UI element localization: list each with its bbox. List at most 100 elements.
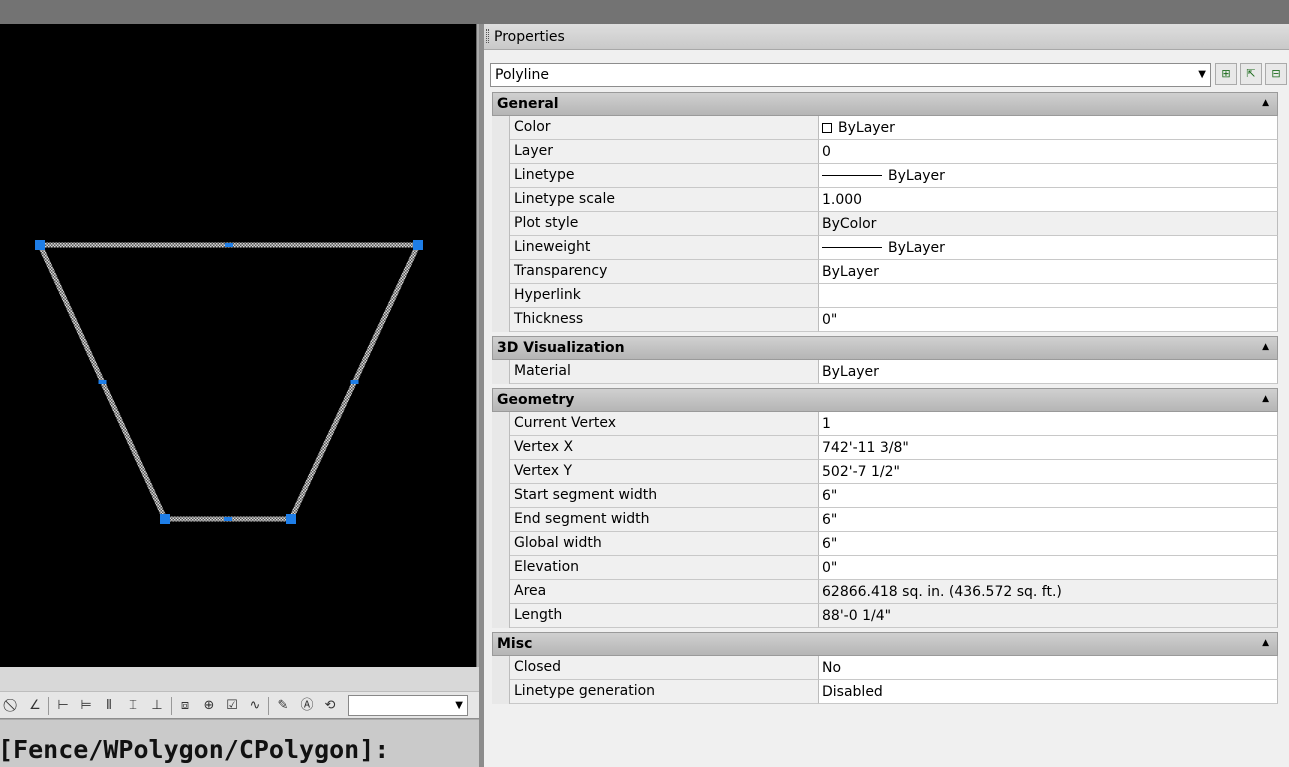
vertex-grip[interactable] [35,240,45,250]
vertex-grip[interactable] [413,240,423,250]
property-row-color[interactable]: Color ByLayer [492,116,1278,140]
property-row-length[interactable]: Length 88'-0 1/4" [492,604,1278,628]
command-prompt-text: [Fence/WPolygon/CPolygon]: [0,735,390,764]
property-row-vertex-x[interactable]: Vertex X 742'-11 3/8" [492,436,1278,460]
property-row-closed[interactable]: Closed No [492,656,1278,680]
property-value[interactable]: ByLayer [819,260,1278,284]
property-value-text: ByColor [822,216,877,232]
section-header-3d-visualization[interactable]: 3D Visualization ▲ [492,336,1278,360]
property-row-hyperlink[interactable]: Hyperlink [492,284,1278,308]
property-value[interactable]: 0" [819,308,1278,332]
property-value-text: ByLayer [822,364,879,380]
property-value[interactable]: ByLayer [819,164,1278,188]
row-gutter [492,284,510,308]
dim-continue-icon[interactable]: ⌶ [124,697,142,715]
polyline-outline[interactable] [36,242,422,522]
dim-linear-icon[interactable]: ⊢ [54,697,72,715]
dim-break-icon[interactable]: ⧈ [176,697,194,715]
dim-style-combo[interactable]: ▼ [348,695,468,716]
property-value[interactable]: ByLayer [819,236,1278,260]
property-value-text: 1 [822,416,831,432]
dim-update-icon[interactable]: ⟲ [321,697,339,715]
property-name: Elevation [510,556,819,580]
property-value-text: 742'-11 3/8" [822,440,909,456]
section-header-geometry[interactable]: Geometry ▲ [492,388,1278,412]
property-value[interactable]: 1.000 [819,188,1278,212]
object-type-select[interactable]: Polyline ▼ [490,63,1211,87]
dim-aligned-icon[interactable]: ⊨ [77,697,95,715]
property-value[interactable]: 6" [819,484,1278,508]
row-gutter [492,656,510,680]
property-row-material[interactable]: Material ByLayer [492,360,1278,384]
toggle-pickadd-icon[interactable]: ⊟ [1265,63,1287,85]
property-value[interactable]: ByLayer [819,116,1278,140]
vertex-grip[interactable] [160,514,170,524]
collapse-icon[interactable]: ▲ [1262,342,1269,352]
row-gutter [492,556,510,580]
property-row-lineweight[interactable]: Lineweight ByLayer [492,236,1278,260]
property-row-vertex-y[interactable]: Vertex Y 502'-7 1/2" [492,460,1278,484]
collapse-icon[interactable]: ▲ [1262,638,1269,648]
property-value[interactable]: 6" [819,532,1278,556]
dim-text-edit-icon[interactable]: Ⓐ [298,697,316,715]
vertex-grip[interactable] [286,514,296,524]
property-row-plot-style[interactable]: Plot style ByColor [492,212,1278,236]
drawing-canvas[interactable] [0,24,477,667]
property-name: Plot style [510,212,819,236]
command-line[interactable]: [Fence/WPolygon/CPolygon]: [0,720,479,767]
property-row-global-width[interactable]: Global width 6" [492,532,1278,556]
property-value[interactable] [819,284,1278,308]
property-row-start-segment-width[interactable]: Start segment width 6" [492,484,1278,508]
property-value[interactable]: Disabled [819,680,1278,704]
midpoint-grip[interactable] [350,380,359,384]
property-row-linetype[interactable]: Linetype ByLayer [492,164,1278,188]
section-header-general[interactable]: General ▲ [492,92,1278,116]
dim-baseline-icon[interactable]: ⫴ [100,697,118,715]
row-gutter [492,436,510,460]
midpoint-grip[interactable] [225,243,233,247]
select-objects-icon[interactable]: ⇱ [1240,63,1262,85]
property-row-current-vertex[interactable]: Current Vertex 1 [492,412,1278,436]
property-name: Linetype scale [510,188,819,212]
dim-edit-icon[interactable]: ✎ [274,697,292,715]
property-row-transparency[interactable]: Transparency ByLayer [492,260,1278,284]
property-row-end-segment-width[interactable]: End segment width 6" [492,508,1278,532]
dim-jog-icon[interactable]: ∿ [246,697,264,715]
property-value[interactable]: 0 [819,140,1278,164]
property-row-thickness[interactable]: Thickness 0" [492,308,1278,332]
property-row-linetype-generation[interactable]: Linetype generation Disabled [492,680,1278,704]
section-header-misc[interactable]: Misc ▲ [492,632,1278,656]
dim-center-icon[interactable]: ⊕ [200,697,218,715]
midpoint-grip[interactable] [98,380,107,384]
row-gutter [492,604,510,628]
angle-icon[interactable]: ∠ [26,697,44,715]
drawing-viewport[interactable] [0,24,477,667]
property-value[interactable]: 502'-7 1/2" [819,460,1278,484]
no-snap-icon[interactable]: ⃠ [4,697,22,715]
midpoint-grip[interactable] [224,517,232,521]
drag-grip-icon[interactable] [486,29,489,43]
property-value[interactable]: 742'-11 3/8" [819,436,1278,460]
property-value[interactable]: 6" [819,508,1278,532]
property-row-linetype-scale[interactable]: Linetype scale 1.000 [492,188,1278,212]
palette-title: Properties [494,29,565,45]
chevron-down-icon: ▼ [455,700,463,711]
quick-select-icon[interactable]: ⊞ [1215,63,1237,85]
property-value[interactable]: ByLayer [819,360,1278,384]
collapse-icon[interactable]: ▲ [1262,98,1269,108]
dim-inspect-icon[interactable]: ☑ [223,697,241,715]
dim-ordinate-icon[interactable]: ⊥ [148,697,166,715]
collapse-icon[interactable]: ▲ [1262,394,1269,404]
property-row-layer[interactable]: Layer 0 [492,140,1278,164]
selected-polyline[interactable] [35,240,423,524]
property-value[interactable]: No [819,656,1278,680]
property-value-text: ByLayer [888,240,945,256]
palette-title-bar[interactable]: Properties [484,24,1289,50]
property-value[interactable]: 0" [819,556,1278,580]
property-value[interactable]: 1 [819,412,1278,436]
property-name: Closed [510,656,819,680]
property-value: ByColor [819,212,1278,236]
dimension-toolbar: ⃠ ∠ ⊢ ⊨ ⫴ ⌶ ⊥ ⧈ ⊕ ☑ ∿ ✎ Ⓐ ⟲ ▼ [0,691,479,719]
property-row-area[interactable]: Area 62866.418 sq. in. (436.572 sq. ft.) [492,580,1278,604]
property-row-elevation[interactable]: Elevation 0" [492,556,1278,580]
